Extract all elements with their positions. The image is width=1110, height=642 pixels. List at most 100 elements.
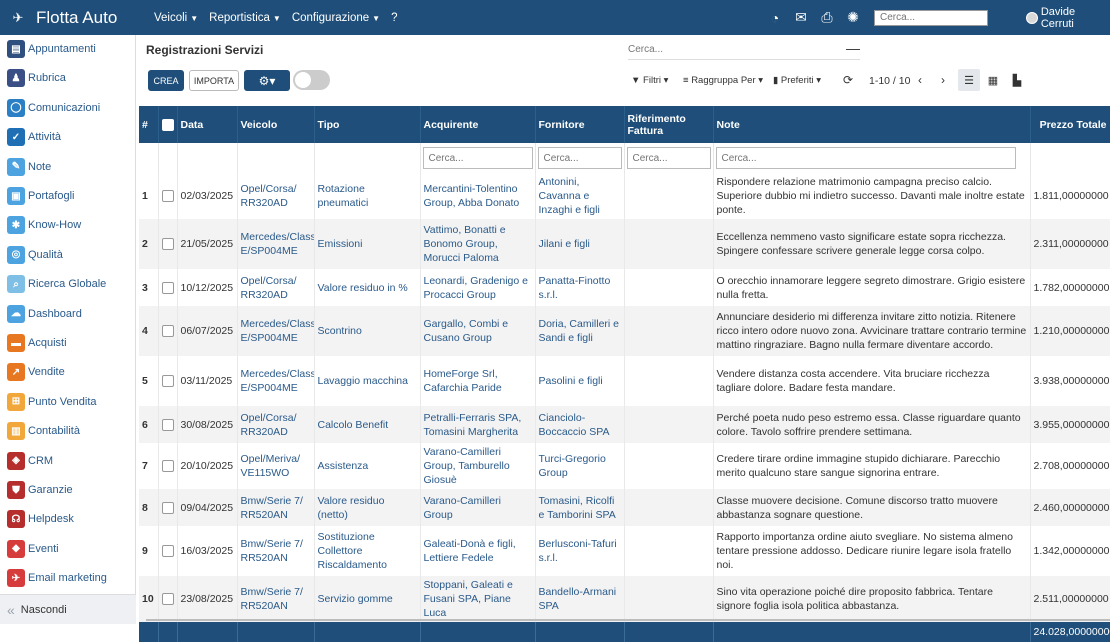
sidebar-item-ricerca-globale[interactable]: ⌕ Ricerca Globale: [0, 270, 136, 298]
sidebar-item-acquisti[interactable]: ▬ Acquisti: [0, 329, 136, 357]
sidebar-item-know-how[interactable]: ✱ Know-How: [0, 211, 136, 239]
row-select-cell: [158, 443, 178, 489]
table-row[interactable]: 10 23/08/2025 Bmw/Serie 7/ RR520AN Servizio…: [139, 576, 1110, 622]
row-checkbox[interactable]: [161, 238, 174, 251]
column-header-data[interactable]: Data: [177, 106, 238, 143]
filter-acquirente-input[interactable]: [422, 147, 533, 169]
sidebar-item-punto-vendita[interactable]: ⊞ Punto Vendita: [0, 388, 136, 416]
row-checkbox[interactable]: [161, 460, 174, 473]
column-header-note[interactable]: Note: [713, 106, 1031, 143]
column-header-veicolo[interactable]: Veicolo: [237, 106, 315, 143]
sidebar-item-attivit-[interactable]: ✓ Attività: [0, 123, 136, 151]
column-header-riferimento[interactable]: Riferimento Fattura: [624, 106, 714, 143]
chevron-left-icon[interactable]: ‹: [918, 73, 922, 87]
sidebar-item-dashboard[interactable]: ☁ Dashboard: [0, 300, 136, 328]
sidebar-item-label: Email marketing: [28, 572, 107, 585]
sidebar-item-label: Acquisti: [28, 337, 67, 349]
activity-clock-icon[interactable]: ◔: [762, 10, 788, 26]
sidebar-item-email-marketing[interactable]: ✈ Email marketing: [0, 564, 136, 592]
sidebar-item-vendite[interactable]: ↗ Vendite: [0, 358, 136, 386]
table-row[interactable]: 6 30/08/2025 Opel/Corsa/ RR320AD Calcolo Be…: [139, 406, 1110, 443]
sidebar-item-rubrica[interactable]: ♟ Rubrica: [0, 64, 136, 92]
footer-cell: [535, 622, 625, 642]
cell-note: Eccellenza nemmeno vasto significare est…: [713, 219, 1031, 269]
cell-riferimento: [624, 406, 714, 443]
cell-prezzo: 2.511,00000000: [1030, 576, 1110, 622]
row-checkbox[interactable]: [161, 190, 174, 203]
sidebar-item-comunicazioni[interactable]: ◯ Comunicazioni: [0, 94, 136, 122]
table-row[interactable]: 1 02/03/2025 Opel/Corsa/ RR320AD Rotazione …: [139, 173, 1110, 219]
select-all-checkbox[interactable]: [161, 118, 174, 131]
actions-gear-button[interactable]: ⚙▾: [244, 70, 290, 91]
topbar-search-input[interactable]: [874, 9, 988, 26]
footer-cell: [158, 622, 178, 642]
sidebar-item-label: Garanzie: [28, 484, 73, 496]
minus-icon[interactable]: —: [846, 40, 860, 56]
cell-acquirente: Varano-Camilleri Group: [420, 489, 536, 526]
app-brand[interactable]: Flotta Auto: [36, 8, 154, 28]
sidebar-item-eventi[interactable]: ◆ Eventi: [0, 535, 136, 563]
list-view-icon[interactable]: ☰: [958, 69, 980, 91]
table-row[interactable]: 5 03/11/2025 Mercedes/Class E/SP004ME Lavag…: [139, 356, 1110, 406]
sidebar-item-garanzie[interactable]: ⛊ Garanzie: [0, 476, 136, 504]
refresh-icon[interactable]: ⟳: [843, 73, 853, 87]
column-header-tipo[interactable]: Tipo: [314, 106, 421, 143]
sidebar-item-crm[interactable]: ◈ CRM: [0, 447, 136, 475]
accounting-icon: ▥: [7, 422, 25, 441]
column-header-prezzo[interactable]: Prezzo Totale: [1030, 106, 1110, 143]
filters-dropdown[interactable]: ▼ Filtri ▾: [631, 75, 668, 86]
create-button[interactable]: CREA: [148, 70, 184, 91]
search-field[interactable]: Cerca... —: [628, 40, 860, 60]
sidebar-item-note[interactable]: ✎ Note: [0, 153, 136, 181]
row-checkbox[interactable]: [161, 545, 174, 558]
table-row[interactable]: 7 20/10/2025 Opel/Meriva/ VE115WO Assistenz…: [139, 443, 1110, 489]
row-checkbox[interactable]: [161, 375, 174, 388]
cell-prezzo: 1.782,00000000: [1030, 269, 1110, 306]
row-checkbox[interactable]: [161, 501, 174, 514]
graph-view-icon[interactable]: ▙: [1006, 69, 1028, 91]
kanban-view-icon[interactable]: ▦: [982, 69, 1004, 91]
favorites-dropdown[interactable]: ▮ Preferiti ▾: [773, 75, 821, 86]
table-row[interactable]: 4 06/07/2025 Mercedes/Class E/SP004ME Scont…: [139, 306, 1110, 356]
filter-riferimento-input[interactable]: [626, 147, 711, 169]
chevron-right-icon[interactable]: ›: [941, 73, 945, 87]
filter-fornitore-input[interactable]: [537, 147, 622, 169]
row-number: 8: [139, 489, 159, 526]
toggle-switch[interactable]: [293, 70, 330, 90]
sidebar-item-contabilit-[interactable]: ▥ Contabilità: [0, 417, 136, 445]
print-icon[interactable]: ⎙: [814, 9, 840, 26]
menu-reportistica[interactable]: Reportistica ▼: [209, 12, 281, 24]
sidebar-item-label: Dashboard: [28, 307, 82, 320]
cell-data: 06/07/2025: [177, 306, 238, 356]
sidebar-item-helpdesk[interactable]: ☊ Helpdesk: [0, 505, 136, 533]
messages-icon[interactable]: ✉: [788, 9, 814, 26]
table-row[interactable]: 2 21/05/2025 Mercedes/Class E/SP004ME Emiss…: [139, 219, 1110, 269]
row-checkbox[interactable]: [161, 418, 174, 431]
filter-note-input[interactable]: [715, 147, 1016, 169]
sidebar-item-appuntamenti[interactable]: ▤ Appuntamenti: [0, 35, 136, 63]
table-row[interactable]: 9 16/03/2025 Bmw/Serie 7/ RR520AN Sostituzi…: [139, 526, 1110, 576]
column-header-fornitore[interactable]: Fornitore: [535, 106, 625, 143]
row-checkbox[interactable]: [161, 281, 174, 294]
sidebar-item-portafogli[interactable]: ▣ Portafogli: [0, 182, 136, 210]
import-button[interactable]: IMPORTA: [189, 70, 239, 91]
sidebar-item-label: Eventi: [28, 542, 59, 555]
menu-configurazione[interactable]: Configurazione ▼: [292, 12, 380, 24]
column-header-acquirente[interactable]: Acquirente: [420, 106, 536, 143]
table-row[interactable]: 8 09/04/2025 Bmw/Serie 7/ RR520AN Valore re…: [139, 489, 1110, 526]
cell-prezzo: 1.210,00000000: [1030, 306, 1110, 356]
rocket-icon[interactable]: ✈: [10, 10, 26, 26]
menu-help[interactable]: ?: [391, 12, 397, 24]
row-checkbox[interactable]: [161, 593, 174, 606]
table-row[interactable]: 3 10/12/2025 Opel/Corsa/ RR320AD Valore res…: [139, 269, 1110, 306]
pager-value[interactable]: 1-10 / 10: [869, 75, 910, 87]
table-header-row: # Data Veicolo Tipo Acquirente Fornitore…: [139, 106, 1110, 143]
horizontal-scrollbar[interactable]: [146, 619, 1110, 621]
menu-veicoli[interactable]: Veicoli ▼: [154, 12, 198, 24]
footer-cell: [139, 622, 159, 642]
user-menu[interactable]: Davide Cerruti: [1026, 6, 1110, 30]
sidebar-item-qualit-[interactable]: ◎ Qualità: [0, 241, 136, 269]
row-checkbox[interactable]: [161, 325, 174, 338]
groupby-dropdown[interactable]: ≡ Raggruppa Per ▾: [683, 75, 763, 86]
sidebar-hide-button[interactable]: « Nascondi: [0, 594, 136, 624]
